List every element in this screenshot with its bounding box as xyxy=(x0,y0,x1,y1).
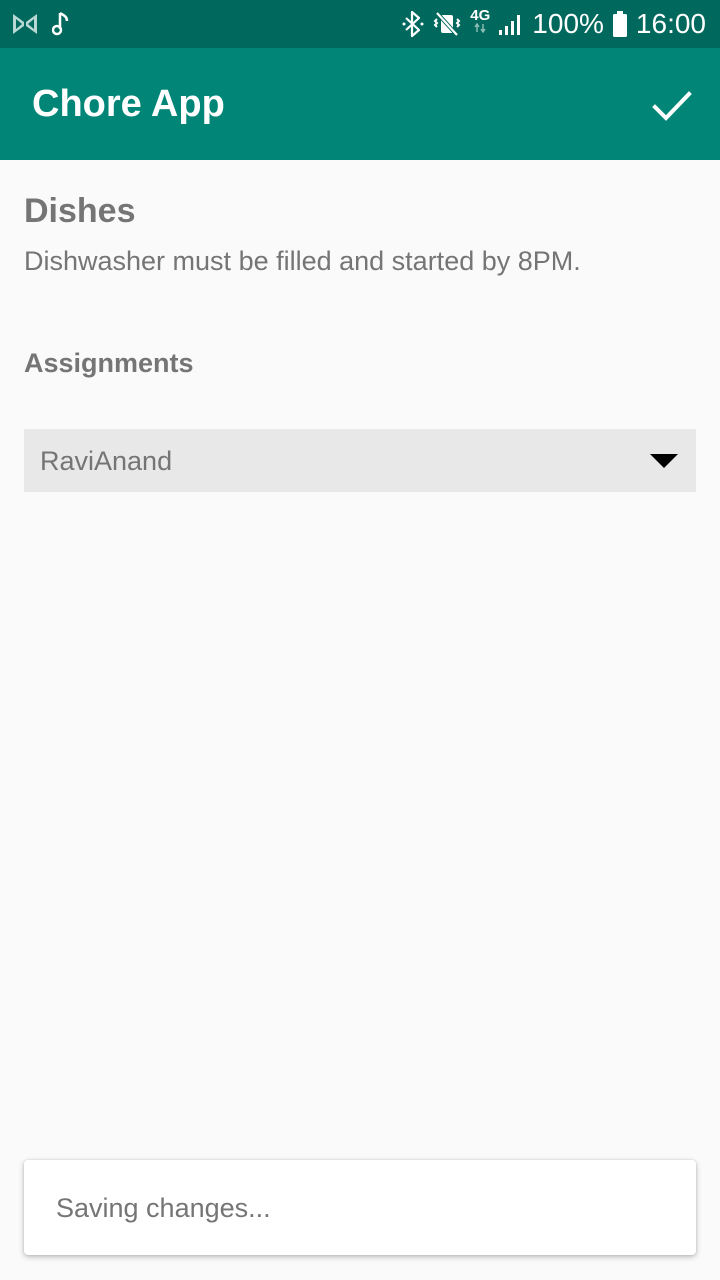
network-type: 4G xyxy=(470,6,491,24)
snackbar-message: Saving changes... xyxy=(56,1193,271,1223)
confirm-button[interactable] xyxy=(644,78,700,134)
battery-icon xyxy=(612,10,628,38)
chore-title: Dishes xyxy=(24,192,136,230)
bluetooth-icon xyxy=(402,10,424,38)
music-note-icon xyxy=(52,11,70,37)
assignee-selected-value: RaviAnand xyxy=(40,446,173,476)
app-notification-icon xyxy=(12,12,38,36)
chore-description: Dishwasher must be filled and started by… xyxy=(24,246,581,276)
arrow-drop-down-icon xyxy=(650,454,678,468)
notification-icons xyxy=(12,10,70,38)
battery-percent: 100% xyxy=(532,8,604,39)
status-bar: 4G 100% 16:00 xyxy=(0,0,720,48)
assignments-label: Assignments xyxy=(24,348,194,378)
app-bar: Chore App xyxy=(0,48,720,160)
system-status: 4G 100% 16:00 xyxy=(402,0,706,48)
snackbar: Saving changes... xyxy=(24,1160,696,1255)
data-arrows-icon xyxy=(474,22,486,33)
vibrate-mute-icon xyxy=(432,10,462,38)
signal-icon xyxy=(498,12,524,36)
clock: 16:00 xyxy=(635,8,706,39)
check-icon xyxy=(652,91,692,121)
network-indicator: 4G xyxy=(470,8,490,33)
assignee-dropdown[interactable]: RaviAnand xyxy=(24,429,696,492)
app-title: Chore App xyxy=(32,83,225,125)
